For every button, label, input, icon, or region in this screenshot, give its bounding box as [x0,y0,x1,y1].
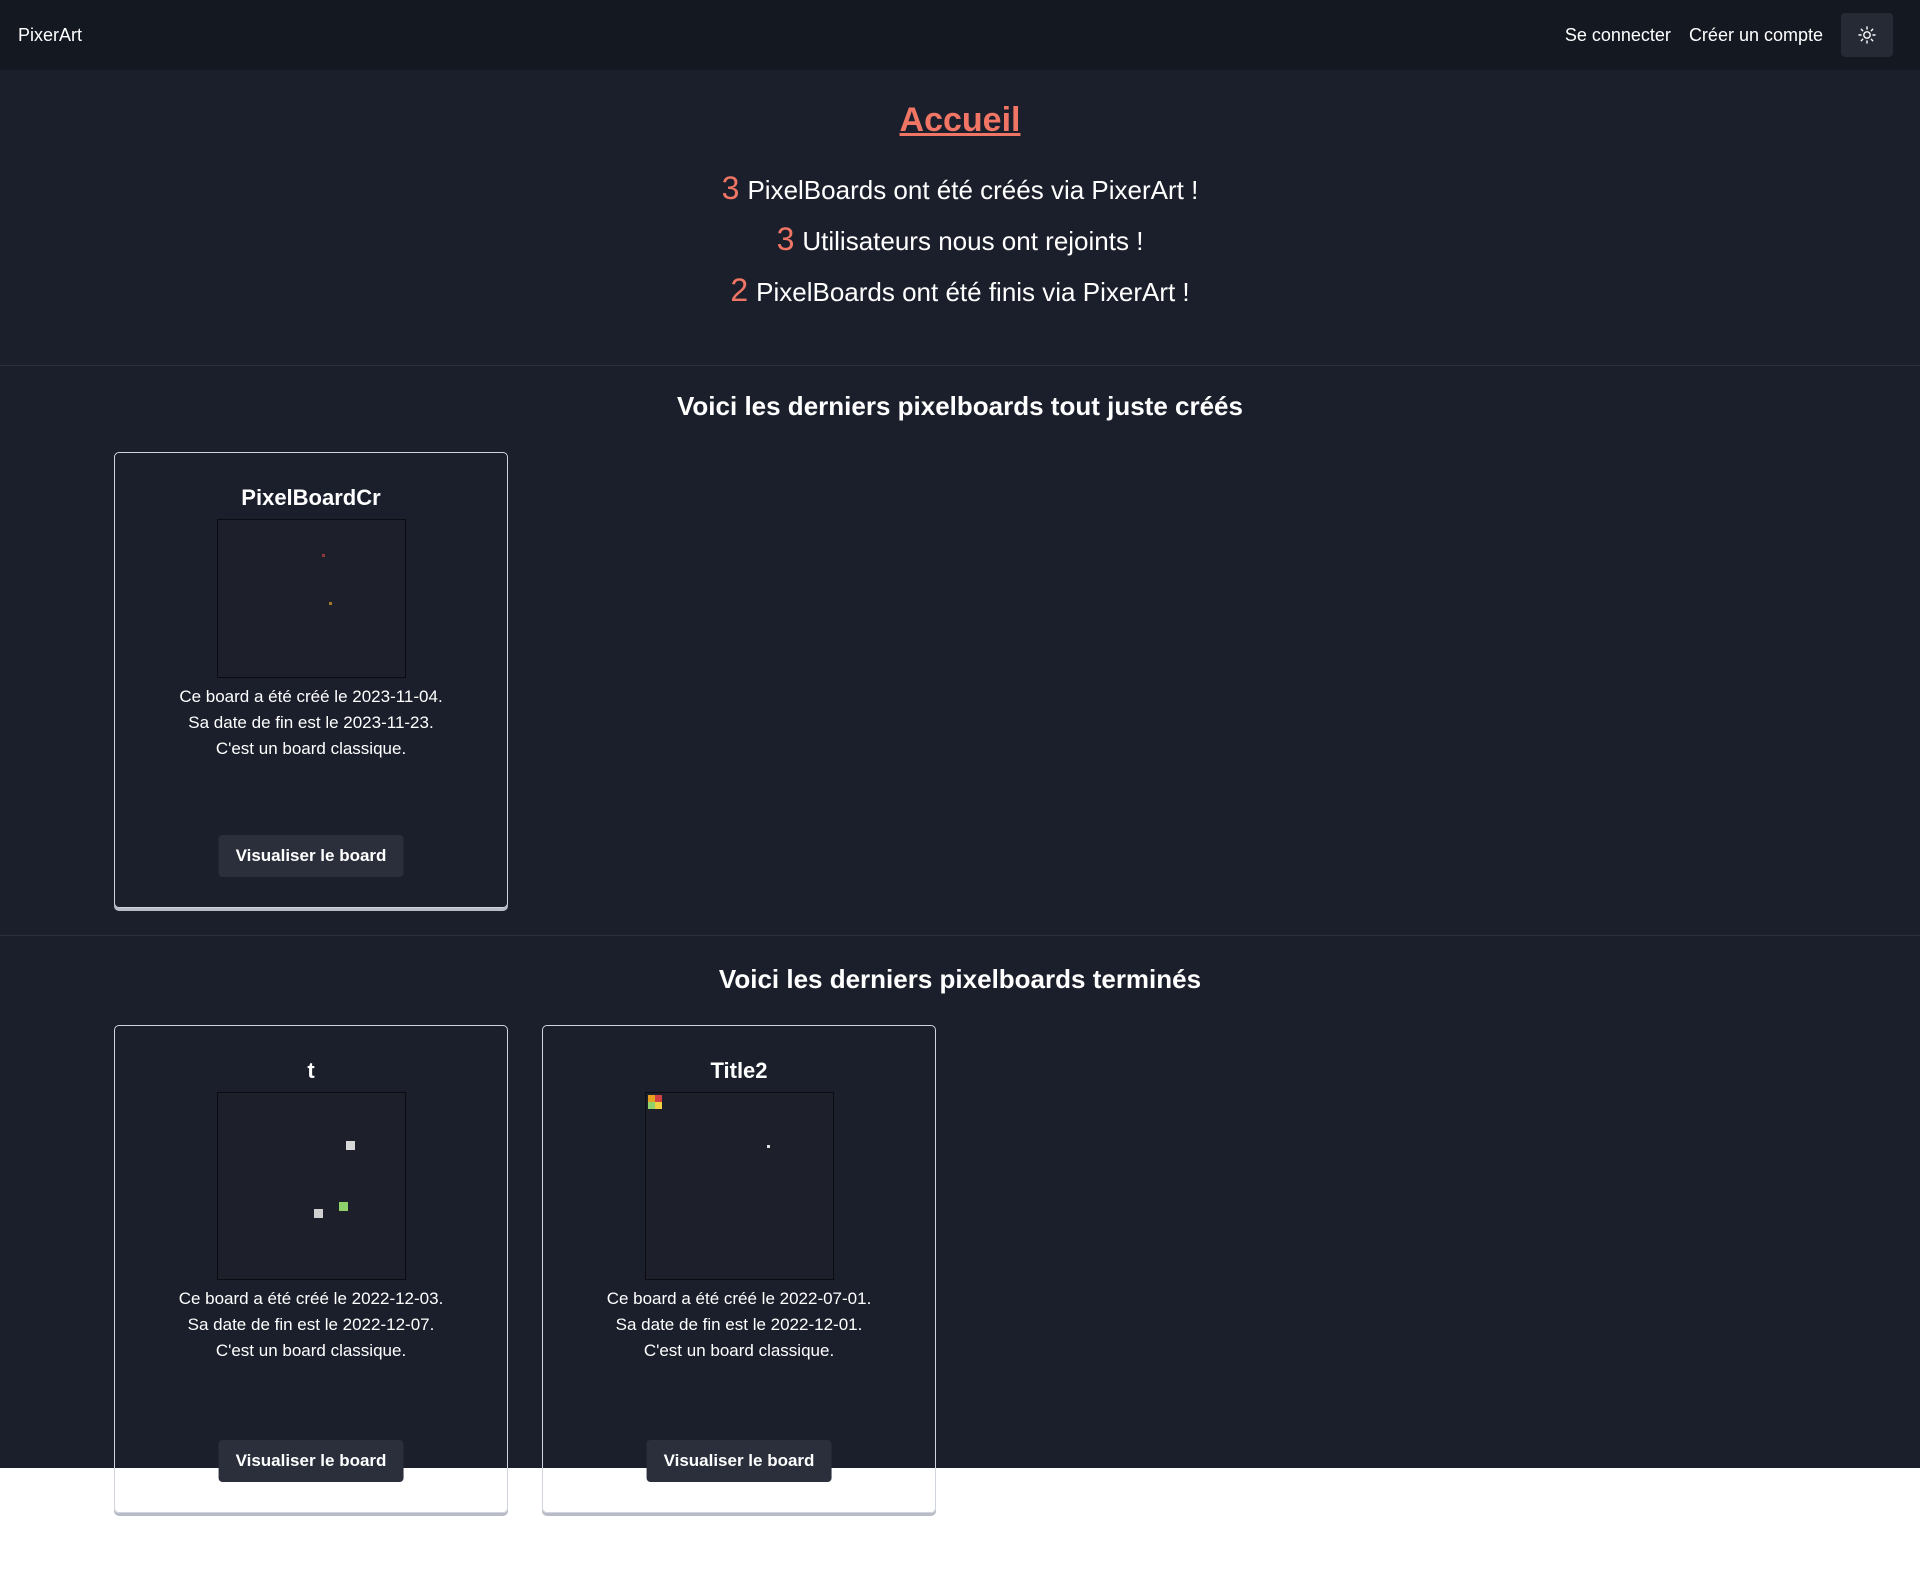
board-description: Ce board a été créé le 2022-12-03. Sa da… [115,1286,507,1364]
board-end-date: Sa date de fin est le 2023-11-23. [188,713,434,732]
board-type: C'est un board classique. [215,739,407,758]
board-pixel [313,1209,323,1218]
recent-created-section: Voici les derniers pixelboards tout just… [0,366,1920,936]
board-created-date: Ce board a été créé le 2022-07-01. [606,1289,872,1308]
section-title: Voici les derniers pixelboards tout just… [677,391,1243,421]
board-card: PixelBoardCr Ce board a été créé le 2023… [114,452,508,908]
stat-users: 3 Utilisateurs nous ont rejoints ! [0,215,1920,266]
board-title: PixelBoardCr [241,485,381,510]
login-link[interactable]: Se connecter [1565,25,1671,46]
app-root: PixerArt Se connecter Créer un compte Ac… [0,0,1920,1513]
signup-link[interactable]: Créer un compte [1689,25,1823,46]
view-board-button[interactable]: Visualiser le board [218,835,404,877]
board-preview [216,519,406,678]
board-pixel [647,1095,655,1102]
board-title: Title2 [710,1058,768,1083]
board-preview [216,1092,406,1280]
stat-boards-created: 3 PixelBoards ont été créés via PixerArt … [0,164,1920,215]
board-pixel [766,1145,770,1148]
board-list: PixelBoardCr Ce board a été créé le 2023… [0,452,1920,908]
board-description: Ce board a été créé le 2022-07-01. Sa da… [543,1286,935,1364]
board-pixel [654,1102,662,1109]
board-pixel [647,1102,655,1109]
board-pixel [328,602,332,605]
stat-value: 3 [776,221,795,257]
stat-text: Utilisateurs nous ont rejoints ! [802,226,1144,256]
brand-link[interactable]: PixerArt [18,25,82,46]
sun-icon [1858,26,1876,44]
theme-toggle-button[interactable] [1841,13,1893,57]
stat-value: 3 [721,170,740,206]
board-card: Title2 Ce board a été créé le 2022-07-01… [542,1025,936,1513]
board-description: Ce board a été créé le 2023-11-04. Sa da… [115,684,507,762]
page-title: Accueil [899,101,1021,139]
board-type: C'est un board classique. [643,1341,835,1360]
board-pixel [338,1202,348,1211]
navbar: PixerArt Se connecter Créer un compte [0,0,1920,70]
nav-actions: Se connecter Créer un compte [1547,13,1893,57]
board-created-date: Ce board a été créé le 2022-12-03. [178,1289,444,1308]
board-title: t [307,1058,315,1083]
stat-boards-finished: 2 PixelBoards ont été finis via PixerArt … [0,266,1920,317]
board-type: C'est un board classique. [215,1341,407,1360]
board-end-date: Sa date de fin est le 2022-12-07. [187,1315,435,1334]
hero: Accueil 3 PixelBoards ont été créés via P… [0,70,1920,366]
section-title: Voici les derniers pixelboards terminés [718,964,1202,994]
board-end-date: Sa date de fin est le 2022-12-01. [615,1315,863,1334]
view-board-button[interactable]: Visualiser le board [218,1440,404,1482]
view-board-button[interactable]: Visualiser le board [646,1440,832,1482]
board-created-date: Ce board a été créé le 2023-11-04. [179,687,443,706]
board-preview [644,1092,834,1280]
board-pixel [321,554,325,557]
stat-text: PixelBoards ont été finis via PixerArt ! [756,277,1190,307]
board-card: t Ce board a été créé le 2022-12-03. Sa … [114,1025,508,1513]
board-pixel [345,1141,355,1150]
board-list: t Ce board a été créé le 2022-12-03. Sa … [0,1025,1920,1513]
stat-text: PixelBoards ont été créés via PixerArt ! [747,175,1199,205]
stat-value: 2 [730,272,749,308]
recent-finished-section: Voici les derniers pixelboards terminés … [0,936,1920,1513]
board-pixel [654,1095,662,1102]
